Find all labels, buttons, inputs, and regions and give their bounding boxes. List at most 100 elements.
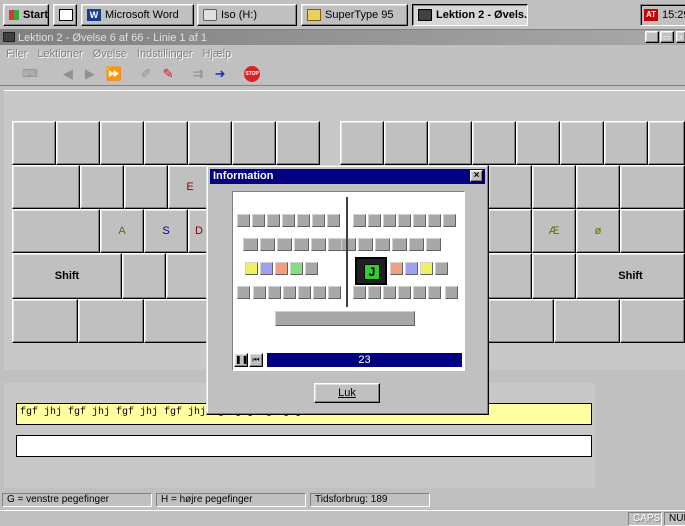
mini-key [368, 214, 381, 227]
app-icon [3, 32, 15, 42]
mini-key [298, 286, 311, 299]
keyboard-key [188, 121, 232, 165]
keyboard-key [488, 253, 532, 299]
menu-hjaelp[interactable]: Hjælp [203, 48, 232, 60]
typing-input-line[interactable] [16, 435, 592, 457]
keyboard-key [12, 209, 100, 253]
clock: 15:29 [662, 9, 685, 21]
mini-shift-key [445, 286, 458, 299]
previous-icon[interactable]: ◀ [62, 66, 74, 82]
mini-key [328, 286, 341, 299]
taskbar-button-supertype[interactable]: SuperType 95 [301, 4, 408, 26]
arrows-icon[interactable]: ⇉ [192, 66, 204, 82]
keyboard-key [144, 299, 210, 343]
dialog-titlebar[interactable]: Information × [210, 169, 485, 184]
pause-icon[interactable]: ❚❚ [234, 353, 248, 367]
mini-key [260, 238, 275, 251]
system-tray: AT 15:29 [640, 4, 685, 26]
desktop-icon [59, 9, 73, 21]
mini-key [267, 214, 280, 227]
mini-key [428, 286, 441, 299]
key-oe: ø [576, 209, 620, 253]
drive-icon [203, 9, 217, 21]
taskbar-button-label: Microsoft Word [105, 9, 179, 21]
fast-forward-icon[interactable]: ⏩ [106, 66, 122, 82]
keyboard-key [232, 121, 276, 165]
edit-icon[interactable]: ✐ [140, 66, 152, 82]
mini-shift-key [237, 286, 250, 299]
stop-icon[interactable]: STOP [244, 65, 261, 82]
menu-indstillinger[interactable]: Indstillinger [137, 48, 193, 60]
folder-icon [307, 9, 321, 21]
mini-key [398, 214, 411, 227]
status-right-finger: H = højre pegefinger [156, 493, 306, 507]
keyboard-key [384, 121, 428, 165]
mini-key [237, 214, 250, 227]
keyboard-key [560, 121, 604, 165]
mini-key [275, 262, 288, 275]
taskbar-button-iso[interactable]: Iso (H:) [197, 4, 297, 26]
keyboard-key [166, 253, 210, 299]
keyboard-key [532, 253, 576, 299]
arrow-right-icon[interactable]: ➜ [214, 66, 226, 82]
statusbar: G = venstre pegefinger H = højre pegefin… [0, 492, 685, 508]
menu-filer[interactable]: Filer [6, 48, 27, 60]
mini-key [253, 286, 266, 299]
keyboard-key [620, 165, 685, 209]
mini-key [428, 214, 441, 227]
keyboard-key [472, 121, 516, 165]
keyboard-key [12, 165, 80, 209]
keyboard-key [100, 121, 144, 165]
keyboard-key [340, 121, 384, 165]
dialog-close-icon[interactable]: × [470, 170, 483, 182]
counter-display: 23 [267, 353, 462, 367]
num-indicator: NUM [664, 512, 685, 526]
mini-key [405, 262, 418, 275]
keyboard-key [604, 121, 648, 165]
quicklaunch-desktop-icon[interactable] [53, 4, 77, 26]
rewind-icon[interactable]: ⏮ [249, 353, 263, 367]
mini-key [294, 238, 309, 251]
minimize-button[interactable]: _ [645, 31, 659, 43]
start-button[interactable]: Start [3, 4, 49, 26]
close-button[interactable]: x [676, 31, 685, 43]
keyboard-key [488, 209, 532, 253]
taskbar-button-lektion[interactable]: Lektion 2 - Øvels... [412, 4, 528, 26]
menu-lektioner[interactable]: Lektioner [37, 48, 82, 60]
mini-key [313, 286, 326, 299]
hand-divider [346, 197, 348, 307]
mini-key [341, 238, 356, 251]
taskbar-button-label: SuperType 95 [325, 9, 394, 21]
keyboard-key [516, 121, 560, 165]
mini-key [426, 238, 441, 251]
toolbar: ⌨ ◀ ▶ ⏩ ✐ ✎ ⇉ ➜ STOP [0, 62, 685, 86]
keyboard-key [488, 165, 532, 209]
tray-app-icon[interactable]: AT [644, 9, 658, 21]
keyboard-icon[interactable]: ⌨ [22, 67, 38, 80]
mini-key [383, 286, 396, 299]
mini-key [353, 286, 366, 299]
mini-key [353, 214, 366, 227]
highlighted-key-label: J [364, 264, 380, 280]
mini-key [413, 286, 426, 299]
eraser-icon[interactable]: ✎ [162, 66, 174, 82]
app-icon [418, 9, 432, 21]
luk-button[interactable]: Luk [314, 383, 380, 403]
mini-key [243, 238, 258, 251]
taskbar-button-label: Iso (H:) [221, 9, 258, 21]
keyboard-key [576, 165, 620, 209]
keyboard-key [122, 253, 166, 299]
window-titlebar[interactable]: Lektion 2 - Øvelse 6 af 66 - Linie 1 af … [0, 30, 685, 45]
taskbar-button-word[interactable]: W Microsoft Word [81, 4, 194, 26]
menu-oevelse[interactable]: Øvelse [93, 48, 127, 60]
mini-key [358, 238, 373, 251]
windows-logo-icon [9, 10, 19, 20]
status-time: Tidsforbrug: 189 [310, 493, 430, 507]
window-title: Lektion 2 - Øvelse 6 af 66 - Linie 1 af … [18, 31, 207, 44]
mini-key [252, 214, 265, 227]
mini-spacebar [275, 311, 415, 326]
next-icon[interactable]: ▶ [84, 66, 96, 82]
maximize-button[interactable]: ▭ [660, 31, 674, 43]
keyboard-key [428, 121, 472, 165]
mini-key [277, 238, 292, 251]
